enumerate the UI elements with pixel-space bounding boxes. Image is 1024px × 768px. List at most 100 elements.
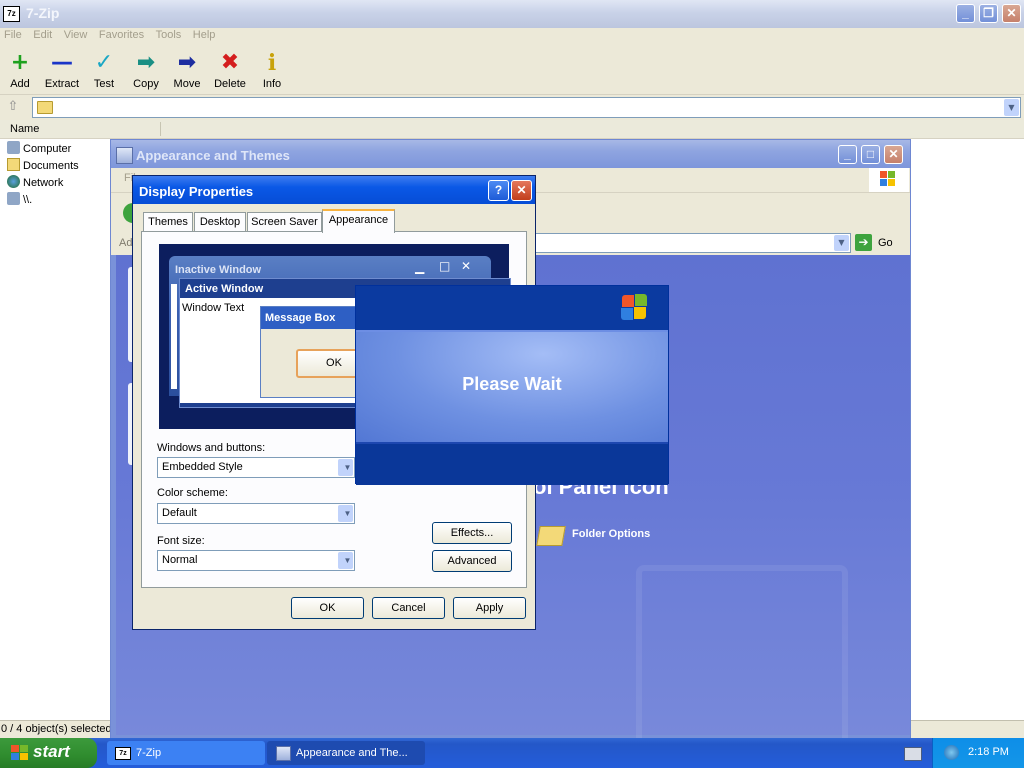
keyboard-icon[interactable] [904,747,922,761]
windows-logo-icon [869,168,909,192]
taskbar-item-appearance[interactable]: Appearance and The... [267,741,425,765]
windows-buttons-label: Windows and buttons: [157,442,266,454]
minimize-button[interactable]: _ [838,145,857,164]
maximize-icon: □ [866,147,875,161]
menu-file[interactable]: File [0,29,26,42]
add-button[interactable]: + Add [0,50,40,90]
taskbar-item-7zip[interactable]: 7z 7-Zip [107,741,265,765]
test-button[interactable]: ✓ Test [84,50,124,90]
delete-button[interactable]: ✖ Delete [210,50,250,90]
windows-buttons-select[interactable]: Embedded Style ▼ [157,457,355,478]
move-icon: ➡ [177,50,197,75]
list-item[interactable]: Network [7,175,63,191]
test-icon: ✓ [94,50,114,75]
close-button[interactable]: ✕ [511,180,532,201]
appearance-address-input[interactable]: ▼ [531,233,851,253]
list-item[interactable]: \\. [7,192,32,208]
network-icon[interactable] [944,745,959,760]
column-divider[interactable] [160,122,161,136]
up-folder-icon[interactable]: ⇧ [5,99,21,115]
7zip-app-icon: 7z [3,6,20,22]
address-label: Ad [119,237,133,249]
font-size-label: Font size: [157,535,205,547]
tab-appearance[interactable]: Appearance [322,209,395,233]
tab-themes[interactable]: Themes [143,212,193,231]
restore-button[interactable]: ❐ [979,4,998,23]
maximize-button[interactable]: □ [861,145,880,164]
chevron-down-icon[interactable]: ▼ [834,235,849,251]
windows-logo-icon [620,293,650,323]
help-icon: ? [494,183,503,197]
display-properties-title: Display Properties [139,184,254,199]
advanced-button[interactable]: Advanced [432,550,512,572]
zip-address-bar: ⇧ ▼ [0,96,1024,119]
delete-label: Delete [214,78,246,90]
zip-title-bar[interactable]: 7z 7-Zip _ ❐ ✕ [0,0,1024,28]
list-item[interactable]: Computer [7,141,71,157]
menu-help[interactable]: Help [189,29,220,42]
apply-button[interactable]: Apply [453,597,526,619]
appearance-title-bar[interactable]: Appearance and Themes _ □ ✕ [111,140,910,168]
add-label: Add [10,78,30,90]
extract-button[interactable]: — Extract [42,50,82,90]
inactive-window-body [171,284,177,389]
go-button[interactable]: ➔ Go [854,233,899,253]
splash-header [356,286,668,332]
menu-view[interactable]: View [60,29,92,42]
move-button[interactable]: ➡ Move [167,50,207,90]
folder-options-label[interactable]: Folder Options [572,528,650,540]
move-label: Move [173,78,201,90]
help-button[interactable]: ? [488,180,509,201]
minimize-icon: _ [844,147,851,161]
system-tray: 2:18 PM [932,738,1024,768]
clock[interactable]: 2:18 PM [968,746,1009,758]
go-label: Go [878,237,893,249]
list-item-label: Documents [23,160,79,172]
splash-footer [356,442,668,485]
taskbar-item-label: 7-Zip [136,747,162,759]
copy-label: Copy [133,78,159,90]
column-header-name[interactable]: Name [10,123,39,135]
effects-button[interactable]: Effects... [432,522,512,544]
add-icon: + [10,50,30,75]
folder-options-icon [536,526,566,546]
chevron-down-icon: ▼ [338,505,353,522]
close-icon: ✕ [461,259,472,273]
inactive-window-title: Inactive Window [175,264,262,276]
menu-tools[interactable]: Tools [152,29,186,42]
chevron-down-icon[interactable]: ▼ [1004,99,1019,116]
list-item-label: \\. [23,194,33,206]
tab-desktop[interactable]: Desktop [194,212,246,231]
restore-icon: ❐ [983,6,994,20]
minimize-button[interactable]: _ [956,4,975,23]
test-label: Test [93,78,115,90]
minimize-icon: ▁ [415,260,425,274]
list-item[interactable]: Documents [7,158,79,174]
info-button[interactable]: i Info [252,50,292,90]
folder-icon [37,101,53,114]
extract-label: Extract [44,78,80,90]
font-size-select[interactable]: Normal ▼ [157,550,355,571]
color-scheme-label: Color scheme: [157,487,228,499]
color-scheme-select[interactable]: Default ▼ [157,503,355,524]
folder-options-link[interactable] [536,520,566,548]
control-panel-icon [116,147,133,164]
please-wait-splash: Please Wait [355,285,669,485]
menu-edit[interactable]: Edit [29,29,56,42]
menu-favorites[interactable]: Favorites [95,29,148,42]
windows-logo-icon [11,745,28,761]
display-properties-title-bar[interactable]: Display Properties ? ✕ [133,176,535,204]
start-button[interactable]: start [0,738,97,768]
ok-button[interactable]: OK [291,597,364,619]
zip-path-input[interactable]: ▼ [32,97,1021,118]
close-button[interactable]: ✕ [1002,4,1021,23]
active-window-title: Active Window [185,283,264,295]
tab-screen-saver[interactable]: Screen Saver [247,212,322,231]
close-icon: ✕ [1006,6,1017,20]
copy-button[interactable]: ➡ Copy [126,50,166,90]
chevron-down-icon: ▼ [338,459,353,476]
close-button[interactable]: ✕ [884,145,903,164]
network-icon [7,175,20,188]
7zip-app-icon: 7z [115,747,131,760]
cancel-button[interactable]: Cancel [372,597,445,619]
